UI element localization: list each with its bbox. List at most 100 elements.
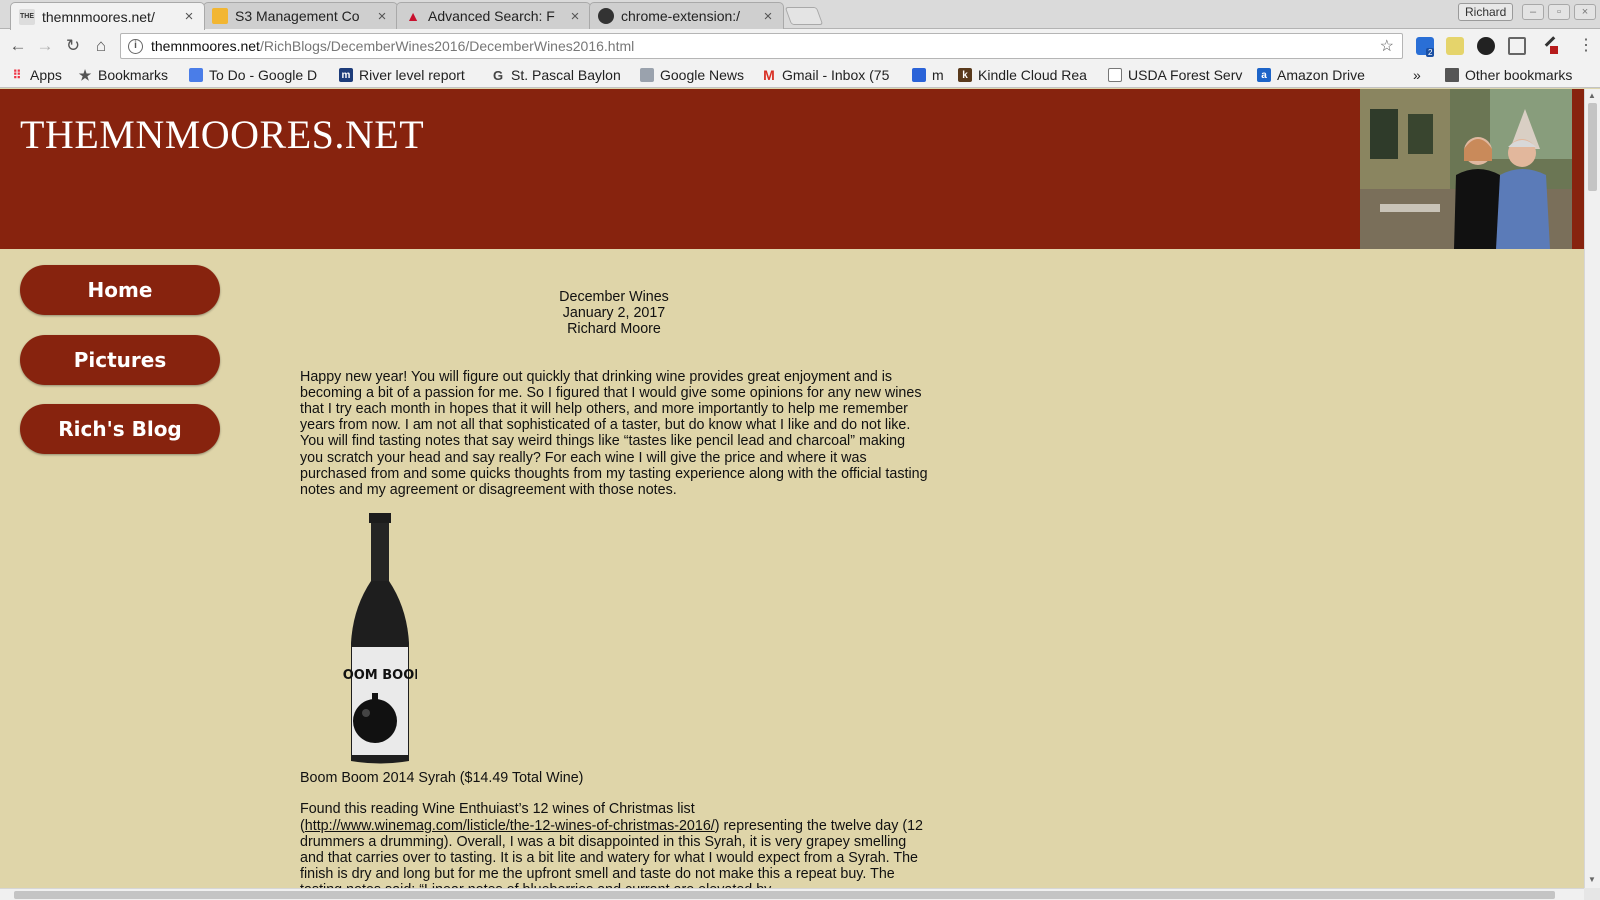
wine-caption: Boom Boom 2014 Syrah ($14.49 Total Wine) (300, 770, 584, 787)
bookmark-river-level[interactable]: m River level report (339, 66, 479, 84)
site-header: THEMNMOORES.NET (0, 89, 1584, 249)
bookmark-st-pascal[interactable]: G St. Pascal Baylon (491, 66, 627, 84)
bookmark-gmail[interactable]: M Gmail - Inbox (75 (762, 66, 900, 84)
bookmark-label: St. Pascal Baylon (511, 67, 621, 83)
bookmark-label: USDA Forest Serv (1128, 67, 1243, 83)
cast-icon[interactable] (1508, 37, 1526, 55)
bookmark-label: m (932, 67, 944, 83)
pen-extension-icon[interactable] (1542, 36, 1560, 55)
bookmark-label: Bookmarks (98, 67, 169, 83)
site-favicon-icon: THE (19, 8, 35, 25)
tab-advanced-search[interactable]: ▲ Advanced Search: F × (396, 2, 591, 29)
close-icon[interactable]: × (182, 8, 196, 25)
post-intro: Happy new year! You will figure out quic… (300, 368, 928, 499)
post-author: Richard Moore (567, 321, 661, 338)
tab-strip: THE themnmoores.net/ × S3 Management Co … (0, 0, 1600, 30)
url-path: /RichBlogs/DecemberWines2016/DecemberWin… (259, 38, 635, 54)
maximize-icon[interactable]: ▫ (1548, 4, 1570, 20)
nav-richs-blog-button[interactable]: Rich's Blog (20, 404, 220, 454)
flag-icon (912, 68, 926, 82)
post-date: January 2, 2017 (562, 305, 666, 322)
close-icon[interactable]: × (568, 8, 582, 25)
nav-home-button[interactable]: Home (20, 265, 220, 315)
bookmarks-overflow[interactable]: » (1413, 66, 1427, 84)
star-icon: ★ (78, 66, 92, 83)
horizontal-scroll-thumb[interactable] (14, 891, 1555, 899)
bookmark-label: Google News (660, 67, 745, 83)
tab-title: S3 Management Co (235, 8, 360, 24)
bookmark-bookmarks[interactable]: ★ Bookmarks (78, 66, 178, 84)
bookmark-amazon-drive[interactable]: a Amazon Drive (1257, 66, 1382, 84)
gmail-icon: M (763, 67, 775, 83)
bookmark-label: Amazon Drive (1277, 67, 1365, 83)
tab-title: chrome-extension:/ (621, 8, 741, 24)
url-host: themnmoores.net (151, 38, 260, 54)
tab-title: Advanced Search: F (428, 8, 555, 24)
amazon-icon: a (1257, 68, 1271, 82)
s3-cube-icon (212, 8, 228, 24)
apps-grid-icon: ⠿ (12, 68, 22, 82)
wine-review: Found this reading Wine Enthuiast’s 12 w… (300, 801, 928, 888)
tab-chrome-extension[interactable]: chrome-extension:/ × (589, 2, 784, 29)
bookmark-star-icon[interactable]: ☆ (1380, 36, 1394, 56)
bookmark-apps[interactable]: ⠿ Apps (10, 66, 70, 84)
bookmark-usda[interactable]: USDA Forest Serv (1108, 66, 1244, 84)
scroll-up-icon[interactable]: ▲ (1588, 91, 1596, 100)
extension-circle-icon[interactable] (1477, 37, 1495, 55)
blog-post: December Wines January 2, 2017 Richard M… (300, 289, 928, 888)
google-icon: G (492, 67, 504, 83)
header-photo (1360, 89, 1572, 249)
kindle-icon: k (958, 68, 972, 82)
page-viewport: THEMNMOORES.NET Home Pictures Rich's Blo (0, 89, 1584, 888)
close-icon[interactable]: × (375, 8, 389, 25)
tab-themnmoores[interactable]: THE themnmoores.net/ × (10, 2, 205, 30)
address-bar[interactable]: i themnmoores.net/RichBlogs/DecemberWine… (120, 33, 1403, 59)
bookmark-label: Kindle Cloud Rea (978, 67, 1087, 83)
extension-notes-icon[interactable] (1446, 37, 1464, 55)
reload-icon[interactable]: ↻ (61, 34, 85, 58)
post-header: December Wines January 2, 2017 Richard M… (300, 289, 928, 338)
bookmark-kindle[interactable]: k Kindle Cloud Rea (958, 66, 1094, 84)
bookmark-label: Other bookmarks (1465, 67, 1573, 83)
scrollbar-corner (1584, 888, 1600, 900)
tab-s3-management[interactable]: S3 Management Co × (203, 2, 398, 29)
browser-toolbar: ← → ↻ ⌂ i themnmoores.net/RichBlogs/Dece… (0, 29, 1600, 62)
horizontal-scrollbar[interactable] (0, 888, 1584, 900)
wine-label-text: BOOM BOOM (343, 668, 417, 683)
page-icon (1108, 68, 1122, 82)
docs-icon (189, 68, 203, 82)
home-icon[interactable]: ⌂ (89, 34, 113, 58)
extension-badge: 2 (1426, 48, 1435, 57)
close-window-icon[interactable]: × (1574, 4, 1596, 20)
page-info-icon[interactable]: i (128, 38, 143, 54)
close-icon[interactable]: × (761, 8, 775, 25)
adobe-icon: ▲ (406, 8, 420, 24)
bookmark-label: Apps (30, 67, 62, 83)
tab-title: themnmoores.net/ (42, 8, 155, 25)
profile-button[interactable]: Richard (1458, 3, 1514, 21)
bookmarks-bar: ⠿ Apps ★ Bookmarks To Do - Google D m Ri… (0, 62, 1600, 88)
winemag-link[interactable]: http://www.winemag.com/listicle/the-12-w… (305, 818, 715, 834)
mn-icon: m (339, 68, 353, 82)
wine-bottle-image: BOOM BOOM (333, 513, 427, 766)
other-bookmarks[interactable]: Other bookmarks (1445, 66, 1595, 84)
new-tab-button[interactable] (784, 7, 824, 25)
bookmark-todo[interactable]: To Do - Google D (189, 66, 324, 84)
chrome-extension-icon (598, 8, 614, 24)
bookmark-label: Gmail - Inbox (75 (782, 67, 890, 83)
minimize-icon[interactable]: – (1522, 4, 1544, 20)
post-title: December Wines (559, 289, 669, 305)
bookmark-google-news[interactable]: Google News (640, 66, 755, 84)
bookmark-m[interactable]: m (912, 66, 952, 84)
bookmark-label: River level report (359, 67, 465, 83)
chrome-menu-icon[interactable]: ⋮ (1578, 35, 1594, 55)
nav-pictures-button[interactable]: Pictures (20, 335, 220, 385)
vertical-scroll-thumb[interactable] (1588, 103, 1597, 191)
back-arrow-icon[interactable]: ← (6, 34, 30, 58)
folder-icon (1445, 68, 1459, 82)
vertical-scrollbar[interactable]: ▲ ▼ (1584, 89, 1600, 888)
forward-arrow-icon[interactable]: → (33, 34, 57, 58)
news-icon (640, 68, 654, 82)
site-title: THEMNMOORES.NET (20, 112, 425, 157)
scroll-down-icon[interactable]: ▼ (1588, 875, 1596, 884)
